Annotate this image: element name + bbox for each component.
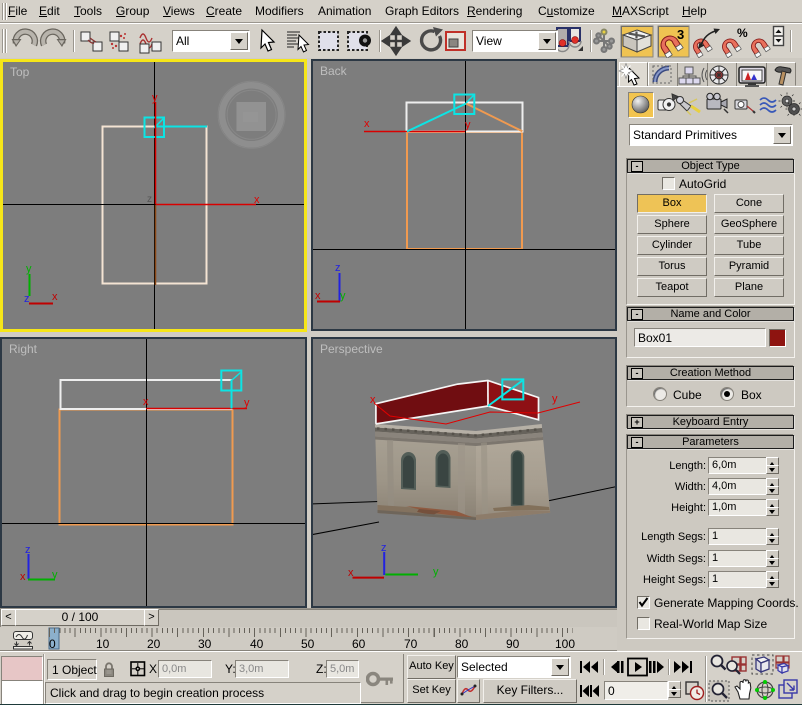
svg-text:y: y xyxy=(433,566,439,578)
svg-text:%: % xyxy=(737,26,748,40)
svg-text:y: y xyxy=(152,92,158,104)
svg-text:z: z xyxy=(24,293,30,305)
svg-text:y: y xyxy=(26,263,32,275)
svg-text:y: y xyxy=(552,393,558,405)
svg-text:z: z xyxy=(25,544,31,556)
svg-text:x: x xyxy=(370,394,376,406)
svg-text:z: z xyxy=(381,542,387,554)
svg-text:x: x xyxy=(20,571,26,583)
svg-text:x: x xyxy=(364,118,370,130)
svg-text:x: x xyxy=(348,567,354,579)
svg-text:x: x xyxy=(254,194,260,206)
svg-text:3: 3 xyxy=(677,27,684,42)
svg-text:z: z xyxy=(147,194,152,205)
svg-text:x: x xyxy=(143,396,149,408)
svg-text:y: y xyxy=(52,569,58,581)
svg-text:z: z xyxy=(335,262,341,274)
svg-text:x: x xyxy=(52,291,58,303)
svg-text:y: y xyxy=(244,397,250,409)
svg-text:y: y xyxy=(465,119,471,131)
svg-text:y: y xyxy=(340,290,346,302)
svg-text:x: x xyxy=(315,290,321,302)
